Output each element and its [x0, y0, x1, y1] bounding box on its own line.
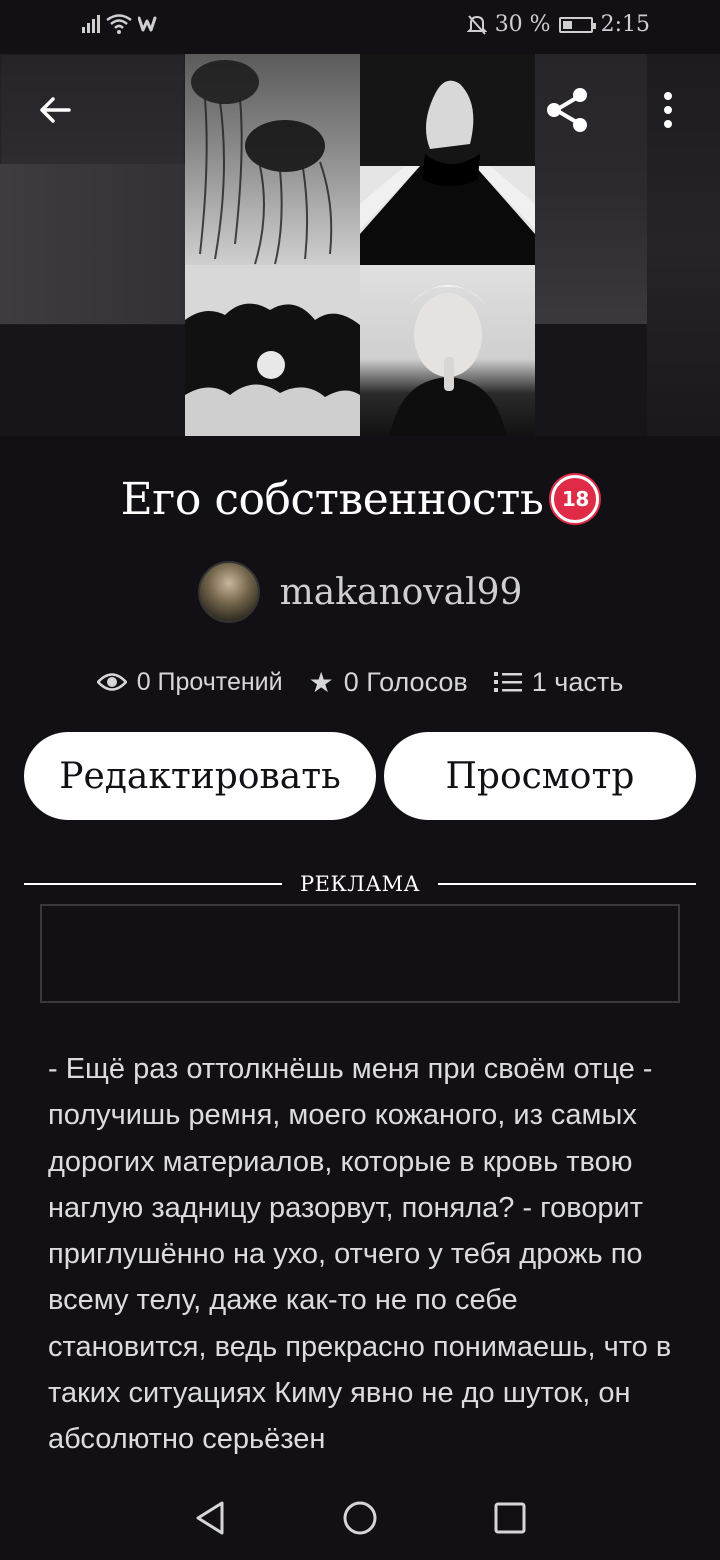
story-excerpt: - Ещё раз оттолкнёшь меня при своём отце… [48, 1053, 672, 1456]
share-button[interactable] [512, 54, 622, 166]
blurred-backdrop-left-lower [0, 164, 185, 324]
ad-divider: РЕКЛАМА [24, 868, 697, 900]
jellyfish-image [185, 54, 360, 265]
story-title: Его собственность 18 [0, 474, 720, 527]
edit-button[interactable]: Редактировать [24, 732, 376, 820]
reads-count: 0 Прочтений [136, 667, 283, 696]
signal-icon [82, 15, 100, 33]
ad-label: РЕКЛАМА [299, 872, 421, 896]
cover-image [185, 54, 535, 436]
nav-recents-button[interactable] [485, 1493, 535, 1543]
avatar[interactable] [197, 561, 260, 623]
nav-home-button[interactable] [335, 1493, 385, 1543]
status-bar: 30 % 2:15 [0, 0, 720, 54]
votes-stat: ★ 0 Голосов [309, 666, 468, 699]
battery-percent: 30 % [494, 12, 551, 37]
more-vert-icon [664, 92, 672, 128]
author-row[interactable]: makanoval99 [0, 560, 720, 624]
eye-icon [96, 673, 127, 691]
adult-rating-badge: 18 [551, 474, 600, 523]
mute-bell-icon [466, 14, 487, 35]
list-icon [493, 672, 522, 692]
square-recents-icon [494, 1502, 526, 1534]
reads-stat: 0 Прочтений [96, 667, 283, 697]
divider-line-right [438, 883, 697, 885]
moon-clouds-image [185, 265, 360, 436]
back-arrow-icon [40, 97, 71, 123]
battery-icon [558, 16, 596, 33]
clock: 2:15 [600, 12, 650, 37]
triangle-back-icon [196, 1501, 224, 1535]
nav-back-button[interactable] [185, 1493, 235, 1543]
votes-count: 0 Голосов [343, 666, 468, 697]
author-name[interactable]: makanoval99 [280, 572, 523, 613]
circle-home-icon [343, 1501, 377, 1535]
ad-placeholder[interactable] [40, 904, 680, 1003]
hands-image [360, 54, 535, 265]
back-button[interactable] [0, 54, 110, 166]
wifi-icon [106, 14, 132, 34]
share-icon [547, 88, 587, 132]
parts-count: 1 часть [531, 666, 624, 697]
portrait-image [360, 265, 535, 436]
system-nav-bar [0, 1476, 720, 1560]
more-options-button[interactable] [616, 54, 720, 166]
preview-button[interactable]: Просмотр [384, 732, 696, 820]
wattpad-icon [138, 16, 157, 32]
divider-line-left [24, 883, 282, 885]
story-title-text: Его собственность [120, 474, 544, 525]
story-stats: 0 Прочтений ★ 0 Голосов 1 часть [0, 660, 720, 704]
parts-stat: 1 часть [493, 666, 624, 698]
star-icon: ★ [308, 666, 334, 698]
